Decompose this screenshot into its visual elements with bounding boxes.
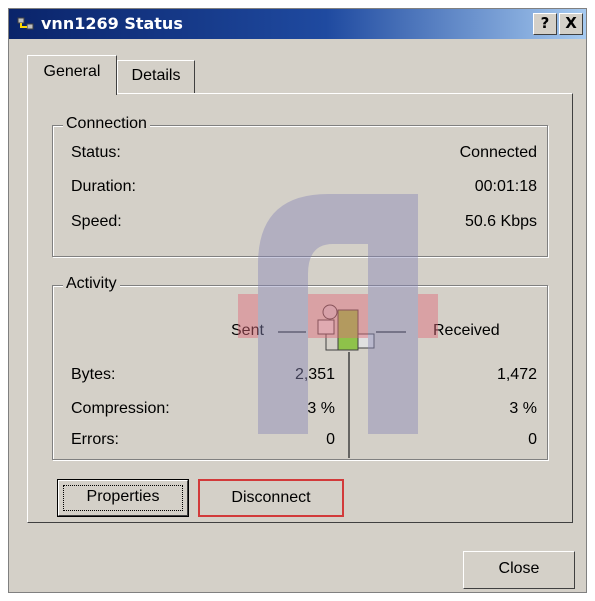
errors-label: Errors: [71, 431, 119, 448]
errors-received-value: 0 [528, 431, 537, 448]
focus-rectangle [63, 485, 183, 511]
errors-sent-value: 0 [326, 431, 335, 448]
bytes-label: Bytes: [71, 366, 116, 383]
activity-group-label: Activity [63, 275, 120, 293]
bytes-received-value: 1,472 [496, 366, 537, 383]
compression-received-value: 3 % [509, 400, 537, 417]
sent-label: Sent [231, 322, 264, 339]
title-bar[interactable]: vnn1269 Status ? X [9, 9, 586, 39]
close-button[interactable]: Close [463, 551, 575, 589]
disconnect-button[interactable]: Disconnect [198, 479, 344, 517]
received-label: Received [433, 322, 500, 339]
compression-label: Compression: [71, 400, 170, 417]
status-label: Status: [71, 144, 121, 161]
connection-group: Connection Status: Connected Duration: 0… [52, 115, 548, 257]
speed-label: Speed: [71, 213, 122, 230]
title-close-button[interactable]: X [559, 13, 583, 35]
general-tab-panel: Connection Status: Connected Duration: 0… [27, 93, 573, 523]
status-value: Connected [459, 144, 537, 161]
connection-group-label: Connection [63, 115, 150, 133]
tab-general[interactable]: General [27, 55, 117, 95]
duration-label: Duration: [71, 178, 136, 195]
help-button[interactable]: ? [533, 13, 557, 35]
properties-button[interactable]: Properties [57, 479, 189, 517]
bytes-sent-value: 2,351 [294, 366, 335, 383]
duration-value: 00:01:18 [474, 178, 537, 195]
status-window: vnn1269 Status ? X General Details Conne… [8, 8, 587, 593]
compression-sent-value: 3 % [307, 400, 335, 417]
window-title: vnn1269 Status [41, 14, 183, 33]
speed-value: 50.6 Kbps [464, 213, 537, 230]
network-connection-icon [17, 17, 34, 30]
activity-group: Activity Sent Received Bytes: 2,351 1,47… [52, 275, 548, 460]
tab-details[interactable]: Details [117, 60, 195, 93]
